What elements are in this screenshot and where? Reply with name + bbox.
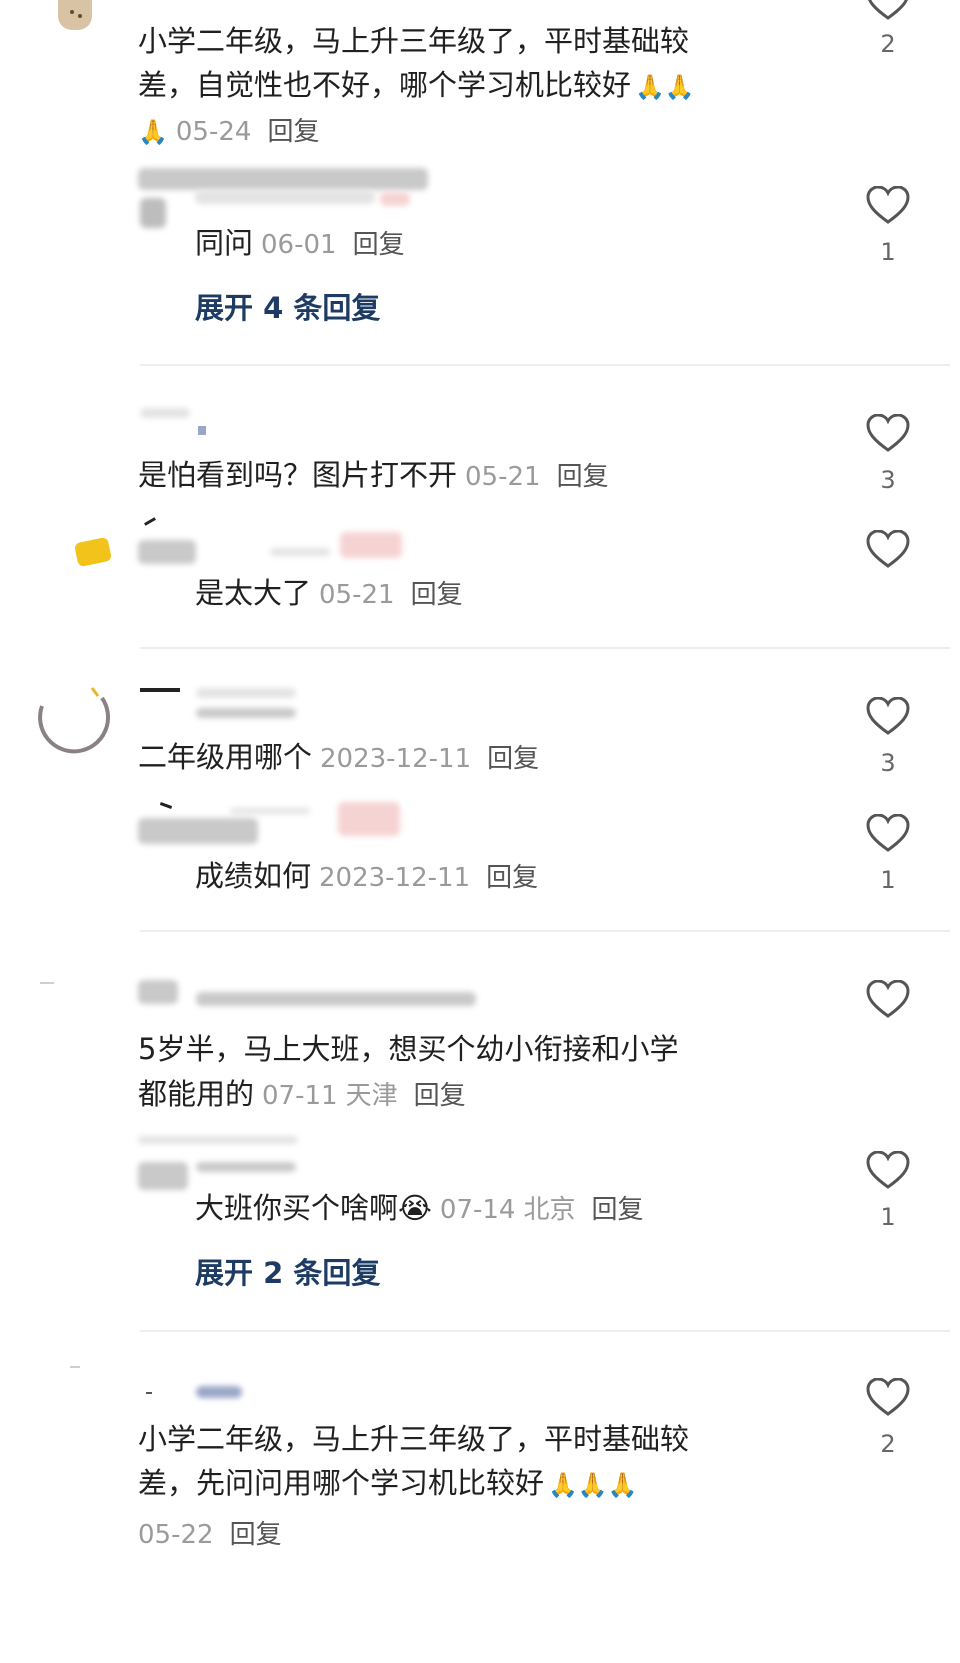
avatar[interactable] [58, 0, 92, 30]
reply-emoji-blurred [338, 802, 400, 836]
reply-avatar[interactable] [140, 198, 166, 228]
like-icon[interactable] [866, 414, 910, 454]
reply-button[interactable]: 回复 [230, 1520, 282, 1550]
reply-username-blurred [138, 1162, 188, 1190]
like-icon[interactable] [866, 530, 910, 570]
comment-meta: 🙏 05-24 回复 [138, 107, 319, 155]
like-icon[interactable] [866, 1151, 910, 1191]
reply-date: 06-01 [261, 230, 337, 260]
reply-button[interactable]: 回复 [267, 117, 319, 147]
avatar-fragment[interactable] [70, 1366, 80, 1368]
comment-date: 05-24 [175, 117, 252, 147]
reply-target-blurred [230, 808, 310, 814]
reply-line: 同问 06-01 回复 [195, 220, 405, 268]
like-icon[interactable] [866, 697, 910, 737]
comment-text-line: 5岁半，马上大班，想买个幼小衔接和小学 [138, 1032, 679, 1066]
like-icon[interactable] [866, 814, 910, 854]
reply-button[interactable]: 回复 [557, 462, 609, 492]
comment-text-line: 小学二年级，马上升三年级了，平时基础较 [138, 24, 690, 58]
comment-text-line: 差，先问问用哪个学习机比较好 🙏🙏🙏 [138, 1460, 638, 1508]
reply-button[interactable]: 回复 [414, 1081, 466, 1111]
reply-target-blurred [270, 548, 330, 556]
comment-line: 是怕看到吗？图片打不开 05-21 回复 [138, 452, 609, 500]
avatar[interactable] [32, 686, 114, 768]
pray-emoji-icon: 🙏 [138, 118, 168, 146]
reply-emoji-blurred [380, 192, 410, 206]
reply-line: 成绩如何 2023-12-11 回复 [195, 853, 538, 901]
like-count: 2 [880, 1430, 896, 1458]
comment-line: 二年级用哪个 2023-12-11 回复 [138, 734, 539, 782]
username-fragment [140, 688, 180, 692]
reply-target-blurred [138, 1136, 298, 1144]
comment-text: 差，自觉性也不好，哪个学习机比较好 [138, 68, 632, 102]
like-count: 3 [880, 466, 896, 494]
like-icon[interactable] [866, 186, 910, 226]
reply-text: 是太大了 [195, 576, 312, 610]
like-count: 3 [880, 749, 896, 777]
comment-line: 都能用的 07-11 天津 回复 [138, 1071, 466, 1119]
reply-button[interactable]: 回复 [353, 230, 405, 260]
like-icon[interactable] [866, 0, 910, 22]
reply-emoji-blurred [340, 532, 402, 558]
comment-text: 二年级用哪个 [138, 740, 313, 774]
expand-replies-button[interactable]: 展开 2 条回复 [195, 1250, 380, 1296]
like-icon[interactable] [866, 980, 910, 1020]
username-blurred [140, 408, 190, 418]
avatar-fragment[interactable] [40, 982, 54, 984]
reply-button[interactable]: 回复 [591, 1195, 643, 1225]
comment-text: 差，先问问用哪个学习机比较好 [138, 1466, 545, 1500]
reply-date: 05-21 [319, 580, 395, 610]
divider [140, 930, 950, 932]
comment-location: 天津 [345, 1081, 398, 1111]
reply-line: 是太大了 05-21 回复 [195, 570, 463, 618]
like-icon[interactable] [866, 1378, 910, 1418]
username-fragment [159, 802, 173, 809]
reply-username-blurred [138, 168, 428, 190]
like-count: 2 [880, 30, 896, 58]
username-fragment [198, 426, 206, 435]
divider [140, 647, 950, 649]
reply-text: 成绩如何 [195, 859, 312, 893]
comment-date: 2023-12-11 [320, 744, 472, 774]
reply-text: 同问 [195, 226, 254, 260]
username-blurred [196, 688, 296, 698]
comment-date: 05-21 [465, 462, 541, 492]
comment-date: 07-11 [262, 1081, 338, 1111]
divider [140, 1330, 950, 1332]
pray-emoji-icon: 🙏🙏 [635, 73, 695, 101]
divider [140, 364, 950, 366]
reply-target-blurred [195, 190, 375, 204]
avatar-fragment[interactable] [73, 536, 113, 568]
username-fragment [146, 1392, 152, 1394]
comment-text-line: 差，自觉性也不好，哪个学习机比较好 🙏🙏 [138, 62, 695, 110]
username-blurred [196, 992, 476, 1006]
reply-button[interactable]: 回复 [487, 744, 539, 774]
username-fragment [144, 517, 156, 526]
crying-emoji-icon: 😭 [398, 1191, 432, 1225]
reply-username-blurred [196, 1162, 296, 1172]
reply-date: 2023-12-11 [319, 863, 471, 893]
reply-text: 大班你买个啥啊 [195, 1191, 399, 1225]
like-count: 1 [880, 238, 896, 266]
reply-username-blurred [138, 818, 258, 844]
reply-button[interactable]: 回复 [486, 863, 538, 893]
comment-meta: 05-22 回复 [138, 1510, 282, 1558]
username-blurred [196, 708, 296, 718]
like-count: 1 [880, 1203, 896, 1231]
comment-text: 都能用的 [138, 1077, 255, 1111]
comment-text: 是怕看到吗？图片打不开 [138, 458, 458, 492]
pray-emoji-icon: 🙏🙏🙏 [548, 1471, 638, 1499]
reply-line: 大班你买个啥啊😭 07-14 北京 回复 [195, 1185, 644, 1233]
comment-text-line: 小学二年级，马上升三年级了，平时基础较 [138, 1422, 690, 1456]
reply-date: 07-14 [439, 1195, 516, 1225]
comment-date: 05-22 [138, 1520, 214, 1550]
username-blurred [196, 1386, 242, 1398]
reply-button[interactable]: 回复 [411, 580, 463, 610]
like-count: 1 [880, 866, 896, 894]
reply-location: 北京 [523, 1195, 576, 1225]
reply-username-blurred [138, 540, 196, 564]
expand-replies-button[interactable]: 展开 4 条回复 [195, 285, 380, 331]
username-blurred [138, 980, 178, 1004]
